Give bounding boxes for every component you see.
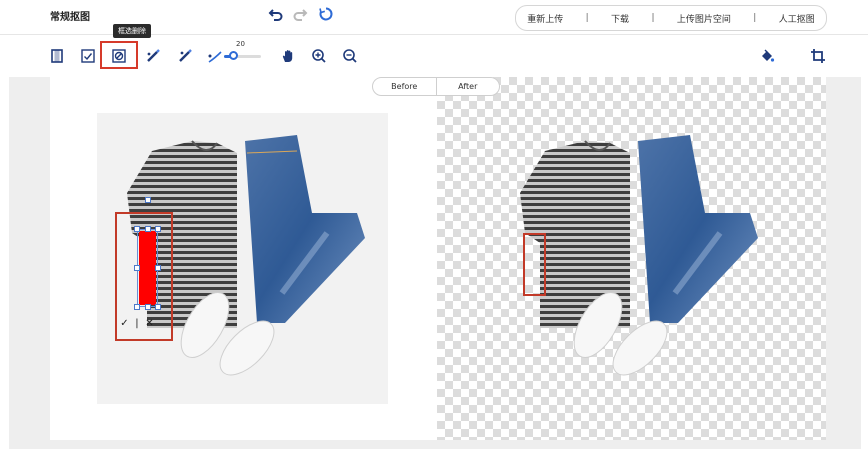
action-divider: | [135,317,139,329]
download-button[interactable]: 下载 [611,12,629,25]
erase-brush-icon[interactable] [177,48,193,64]
brush-size-value: 20 [236,40,245,48]
tooltip-box-delete: 框选删除 [113,24,151,38]
resize-handle[interactable] [155,304,161,310]
after-tab[interactable]: After [435,78,500,95]
resize-handle[interactable] [134,304,140,310]
manual-cutout-button[interactable]: 人工抠图 [779,12,815,25]
hand-pan-icon[interactable] [280,48,296,64]
keep-area-icon[interactable] [49,48,65,64]
confirm-selection-button[interactable]: ✓ [120,318,128,329]
reset-icon[interactable] [318,6,334,22]
resize-handle[interactable] [155,265,161,271]
resize-handle[interactable] [145,304,151,310]
before-tab[interactable]: Before [373,78,436,95]
selection-action-bar: ✓ | ✕ [117,316,157,330]
background-fill-icon[interactable] [759,48,775,64]
redo-icon[interactable] [292,6,308,22]
brush-size-slider-handle[interactable] [229,51,238,60]
cancel-selection-button[interactable]: ✕ [145,318,153,329]
keep-brush-icon[interactable] [145,48,161,64]
resize-handle[interactable] [134,265,140,271]
rotate-handle[interactable] [145,197,151,203]
menu-separator: | [585,13,589,23]
crop-icon[interactable] [810,48,826,64]
resize-handle[interactable] [145,226,151,232]
resize-handle[interactable] [155,226,161,232]
select-keep-icon[interactable] [80,48,96,64]
after-selection-frame [523,233,546,296]
box-delete-icon[interactable] [111,48,127,64]
undo-icon[interactable] [268,6,284,22]
upload-to-space-button[interactable]: 上传图片空间 [677,12,731,25]
resize-handle[interactable] [134,226,140,232]
zoom-out-icon[interactable] [342,48,358,64]
before-after-toggle: Before After [372,77,500,96]
top-menu: 重新上传 | 下载 | 上传图片空间 | 人工抠图 [515,5,827,31]
menu-separator: | [651,13,655,23]
menu-separator: | [753,13,757,23]
zoom-in-icon[interactable] [311,48,327,64]
brush-size-icon [207,48,223,64]
reupload-button[interactable]: 重新上传 [527,12,563,25]
app-title: 常规抠图 [50,12,90,23]
